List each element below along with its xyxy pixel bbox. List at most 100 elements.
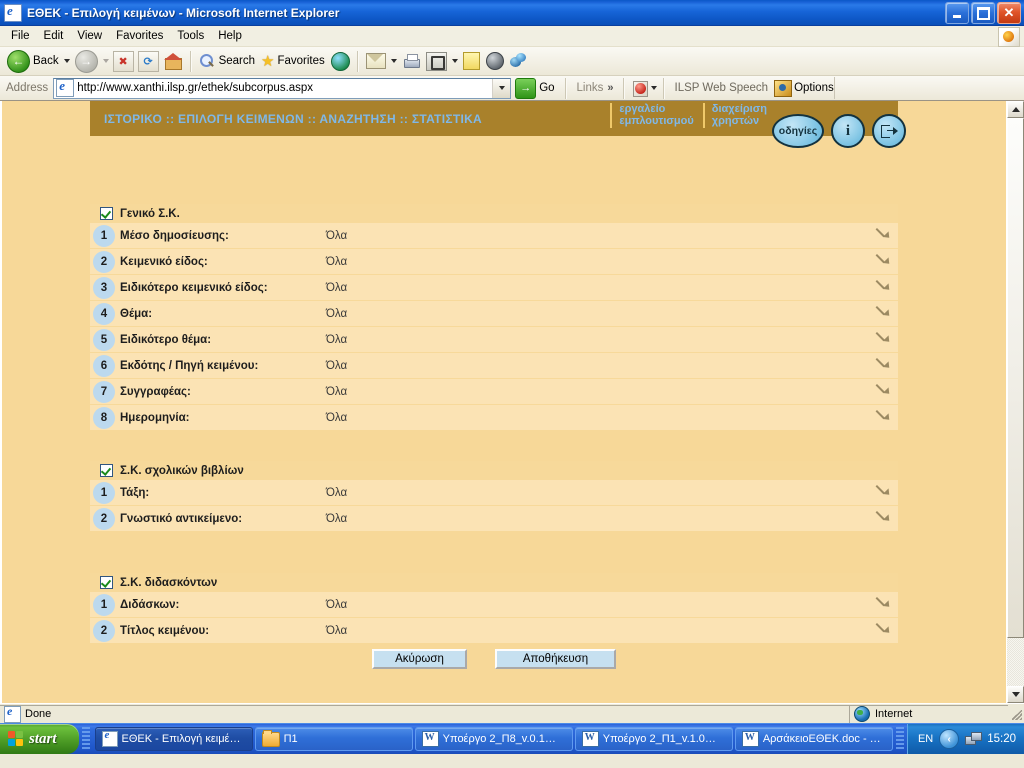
home-button[interactable]	[161, 49, 186, 73]
menu-favorites[interactable]: Favorites	[109, 28, 170, 44]
minimize-button[interactable]	[945, 2, 969, 24]
table-row[interactable]: 8 Ημερομηνία: Όλα	[90, 405, 898, 430]
options-icon	[774, 79, 793, 97]
taskbar-item-word-2[interactable]: Υποέργο 2_Π1_v.1.0…	[574, 727, 733, 751]
expand-arrow-icon[interactable]	[877, 384, 890, 397]
taskbar-item-folder[interactable]: Π1	[254, 727, 413, 751]
nav-enrichment-line1: εργαλείο	[619, 102, 666, 115]
expand-arrow-icon[interactable]	[877, 306, 890, 319]
note-icon	[462, 52, 480, 70]
mail-button[interactable]	[363, 49, 389, 73]
pdf-dropdown-icon[interactable]	[650, 86, 657, 90]
menu-help[interactable]: Help	[211, 28, 249, 44]
taskbar-item-word-3[interactable]: ΑρσάκειοΕΘΕΚ.doc - …	[734, 727, 893, 751]
start-button[interactable]: start	[0, 724, 79, 754]
back-dropdown-icon[interactable]	[63, 59, 70, 63]
taskbar-grip[interactable]	[81, 727, 90, 751]
taskbar-item-word-1[interactable]: Υποέργο 2_Π8_v.0.1…	[414, 727, 573, 751]
taskbar-item-ie[interactable]: ΕΘΕΚ - Επιλογή κειμέ…	[94, 727, 253, 751]
nav-item-user-management[interactable]: διαχείριση χρηστών	[702, 102, 776, 128]
system-tray: EN ‹ 15:20	[906, 724, 1024, 754]
table-row[interactable]: 1 Τάξη: Όλα	[90, 480, 898, 506]
scrollbar-thumb[interactable]	[1007, 118, 1024, 638]
expand-arrow-icon[interactable]	[877, 410, 890, 423]
table-row[interactable]: 3 Ειδικότερο κειμενικό είδος: Όλα	[90, 275, 898, 301]
expand-arrow-icon[interactable]	[877, 332, 890, 345]
address-url-text: http://www.xanthi.ilsp.gr/ethek/subcorpu…	[77, 82, 314, 94]
menu-file[interactable]: File	[4, 28, 37, 44]
stop-button[interactable]: ✖	[112, 50, 134, 72]
vertical-scrollbar[interactable]	[1006, 101, 1024, 703]
links-label[interactable]: Links	[571, 82, 604, 94]
web-speech-label[interactable]: ILSP Web Speech	[669, 82, 775, 94]
chevron-left-icon[interactable]: ‹	[939, 729, 960, 749]
group-checkbox-teachers[interactable]	[100, 576, 113, 589]
security-zone-cell[interactable]: Internet	[849, 704, 1008, 723]
forward-dropdown-icon[interactable]	[102, 59, 109, 63]
table-row[interactable]: 1 Μέσο δημοσίευσης: Όλα	[90, 223, 898, 249]
table-row[interactable]: 7 Συγγραφέας: Όλα	[90, 379, 898, 405]
menu-edit[interactable]: Edit	[37, 28, 71, 44]
group-title: Σ.Κ. διδασκόντων	[120, 576, 218, 589]
info-icon-button[interactable]: i	[831, 114, 865, 148]
options-button[interactable]: Options	[774, 79, 834, 97]
expand-arrow-icon[interactable]	[877, 280, 890, 293]
help-instructions-button[interactable]: οδηγίες	[772, 114, 824, 148]
resize-grip[interactable]	[1008, 705, 1024, 722]
mail-dropdown-icon[interactable]	[390, 59, 397, 63]
table-row[interactable]: 5 Ειδικότερο θέμα: Όλα	[90, 327, 898, 353]
logout-icon-button[interactable]	[872, 114, 906, 148]
links-chevron-icon[interactable]: »	[603, 82, 618, 94]
clock[interactable]: 15:20	[987, 733, 1016, 745]
search-button[interactable]: Search	[196, 49, 258, 73]
close-button[interactable]: ✕	[997, 2, 1021, 24]
table-row[interactable]: 6 Εκδότης / Πηγή κειμένου: Όλα	[90, 353, 898, 379]
edit-dropdown-icon[interactable]	[451, 59, 458, 63]
group-header: Σ.Κ. σχολικών βιβλίων	[90, 461, 898, 480]
table-row[interactable]: 2 Κειμενικό είδος: Όλα	[90, 249, 898, 275]
network-icon[interactable]	[965, 732, 983, 746]
nav-item-enrichment-tool[interactable]: εργαλείο εμπλουτισμού	[610, 102, 702, 128]
edit-button[interactable]	[423, 49, 450, 73]
expand-arrow-icon[interactable]	[877, 254, 890, 267]
back-button[interactable]: ← Back	[4, 49, 62, 73]
expand-arrow-icon[interactable]	[877, 485, 890, 498]
print-button[interactable]	[399, 49, 423, 73]
go-button[interactable]: → Go	[511, 77, 560, 99]
pdf-icon[interactable]	[632, 80, 649, 97]
favorites-button[interactable]: ★ Favorites	[258, 49, 328, 73]
row-label: Κειμενικό είδος:	[120, 255, 208, 268]
browser-viewport: ΙΣΤΟΡΙΚΟ :: ΕΠΙΛΟΓΗ ΚΕΙΜΕΝΩΝ :: ΑΝΑΖΗΤΗΣ…	[0, 101, 1024, 703]
expand-arrow-icon[interactable]	[877, 597, 890, 610]
table-row[interactable]: 1 Διδάσκων: Όλα	[90, 592, 898, 618]
media-button[interactable]	[328, 49, 353, 73]
menu-view[interactable]: View	[70, 28, 109, 44]
messenger-button[interactable]	[483, 49, 507, 73]
msn-button[interactable]	[507, 49, 529, 73]
forward-button[interactable]: →	[72, 49, 101, 73]
address-input[interactable]: http://www.xanthi.ilsp.gr/ethek/subcorpu…	[53, 77, 512, 99]
expand-arrow-icon[interactable]	[877, 358, 890, 371]
group-checkbox-general[interactable]	[100, 207, 113, 220]
scroll-down-button[interactable]	[1007, 686, 1024, 703]
restore-button[interactable]	[971, 2, 995, 24]
expand-arrow-icon[interactable]	[877, 623, 890, 636]
scroll-up-button[interactable]	[1007, 101, 1024, 118]
table-row[interactable]: 2 Τίτλος κειμένου: Όλα	[90, 618, 898, 643]
ie-document-icon	[4, 3, 22, 22]
table-row[interactable]: 4 Θέμα: Όλα	[90, 301, 898, 327]
address-dropdown-icon[interactable]	[492, 78, 511, 98]
back-arrow-icon: ←	[7, 49, 30, 73]
refresh-button[interactable]: ⟳	[137, 50, 159, 72]
notes-button[interactable]	[460, 49, 483, 73]
table-row[interactable]: 2 Γνωστικό αντικείμενο: Όλα	[90, 506, 898, 531]
tray-grip[interactable]	[895, 727, 904, 751]
cancel-button[interactable]: Ακύρωση	[372, 649, 467, 669]
menu-tools[interactable]: Tools	[170, 28, 211, 44]
group-checkbox-schoolbooks[interactable]	[100, 464, 113, 477]
expand-arrow-icon[interactable]	[877, 228, 890, 241]
language-indicator[interactable]: EN	[918, 733, 933, 745]
save-button[interactable]: Αποθήκευση	[495, 649, 616, 669]
expand-arrow-icon[interactable]	[877, 511, 890, 524]
nav-main-links[interactable]: ΙΣΤΟΡΙΚΟ :: ΕΠΙΛΟΓΗ ΚΕΙΜΕΝΩΝ :: ΑΝΑΖΗΤΗΣ…	[90, 112, 482, 126]
